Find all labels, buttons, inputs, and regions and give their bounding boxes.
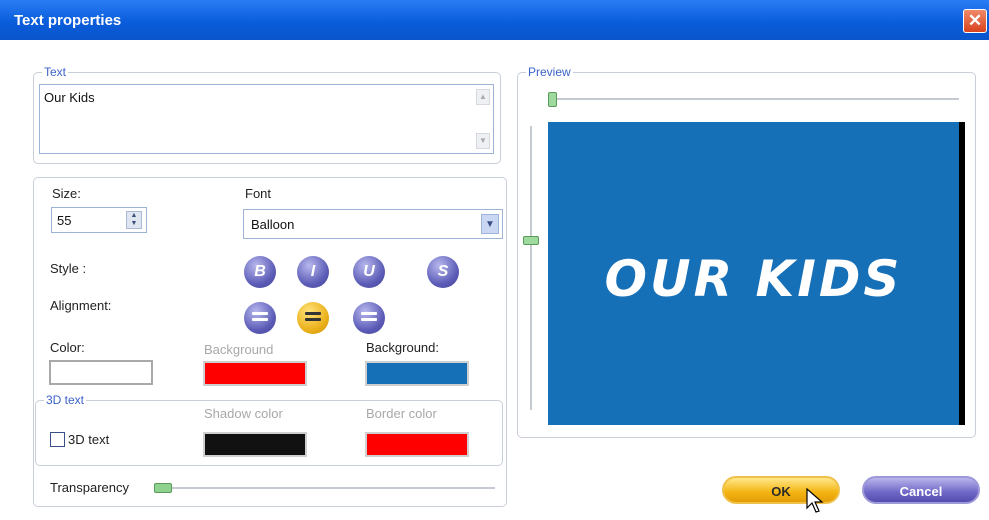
font-value: Balloon [251, 217, 295, 232]
size-value: 55 [57, 213, 72, 228]
3d-text-legend: 3D text [44, 393, 87, 407]
font-label: Font [245, 186, 272, 201]
align-left-icon [252, 312, 268, 324]
preview-v-slider-thumb[interactable] [523, 236, 539, 245]
cancel-button-label: Cancel [899, 484, 943, 499]
background-dim-label: Background [204, 342, 274, 357]
transparency-slider-thumb[interactable] [154, 483, 172, 493]
border-color-label: Border color [366, 406, 437, 421]
close-icon: ✕ [967, 11, 983, 30]
background-color-swatch[interactable] [365, 361, 469, 386]
preview-text: OUR KIDS [604, 250, 903, 308]
align-right-button[interactable] [353, 302, 385, 334]
size-label: Size: [52, 186, 81, 201]
3d-text-checkbox-label: 3D text [68, 432, 110, 447]
border-color-swatch[interactable] [365, 432, 469, 457]
transparency-slider-track[interactable] [155, 487, 495, 489]
underline-button[interactable]: U [353, 256, 385, 288]
align-left-button[interactable] [244, 302, 276, 334]
stepper-arrows-icon[interactable]: ▲ ▼ [126, 211, 142, 229]
background-dim-swatch[interactable] [203, 361, 307, 386]
bold-button[interactable]: B [244, 256, 276, 288]
cancel-button[interactable]: Cancel [862, 476, 980, 504]
preview-v-slider-track[interactable] [530, 126, 532, 410]
close-button[interactable]: ✕ [963, 9, 987, 33]
color-label: Color: [50, 340, 85, 355]
align-center-button[interactable] [297, 302, 329, 334]
chevron-down-icon[interactable]: ▼ [481, 214, 499, 234]
3d-text-checkbox[interactable] [50, 432, 65, 447]
window-title: Text properties [14, 12, 122, 29]
alignment-label: Alignment: [50, 298, 112, 313]
text-group-legend: Text [42, 65, 69, 79]
shadow-color-label: Shadow color [204, 406, 283, 421]
style-label: Style : [50, 261, 87, 276]
align-right-icon [361, 312, 377, 324]
transparency-label: Transparency [50, 480, 129, 495]
text-color-swatch[interactable] [49, 360, 153, 385]
text-input[interactable]: Our Kids ▲ ▼ [39, 84, 494, 154]
preview-h-slider-track[interactable] [553, 98, 959, 100]
ok-button-label: OK [771, 484, 791, 499]
preview-legend: Preview [526, 65, 573, 79]
strikethrough-button[interactable]: S [427, 256, 459, 288]
size-stepper[interactable]: 55 ▲ ▼ [51, 207, 147, 233]
title-bar: Text properties ✕ [0, 0, 989, 40]
text-input-value: Our Kids [44, 90, 95, 105]
font-select[interactable]: Balloon ▼ [243, 209, 503, 239]
scroll-down-button[interactable]: ▼ [476, 133, 490, 149]
shadow-color-swatch[interactable] [203, 432, 307, 457]
preview-h-slider-thumb[interactable] [548, 92, 557, 107]
mouse-cursor-icon [806, 488, 824, 513]
background-label: Background: [366, 340, 439, 355]
align-center-icon [305, 312, 321, 324]
preview-canvas: OUR KIDS [548, 122, 965, 425]
scroll-up-button[interactable]: ▲ [476, 89, 490, 105]
italic-button[interactable]: I [297, 256, 329, 288]
